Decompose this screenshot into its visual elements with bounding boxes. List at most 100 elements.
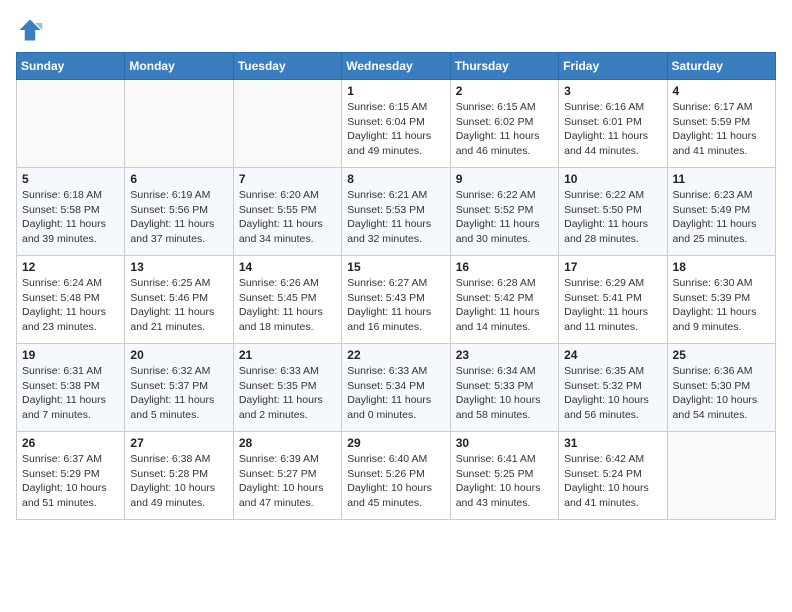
day-number: 1 xyxy=(347,84,444,98)
calendar-week-row: 19Sunrise: 6:31 AMSunset: 5:38 PMDayligh… xyxy=(17,344,776,432)
day-number: 11 xyxy=(673,172,770,186)
day-info-line: Sunrise: 6:20 AM xyxy=(239,188,336,203)
day-info-line: Daylight: 11 hours and 30 minutes. xyxy=(456,217,553,246)
weekday-header-cell: Wednesday xyxy=(342,53,450,80)
day-info-line: Daylight: 10 hours and 58 minutes. xyxy=(456,393,553,422)
day-info-line: Daylight: 11 hours and 34 minutes. xyxy=(239,217,336,246)
day-number: 28 xyxy=(239,436,336,450)
day-number: 7 xyxy=(239,172,336,186)
calendar-body: 1Sunrise: 6:15 AMSunset: 6:04 PMDaylight… xyxy=(17,80,776,520)
day-info-line: Sunset: 5:24 PM xyxy=(564,467,661,482)
day-info-line: Sunrise: 6:27 AM xyxy=(347,276,444,291)
calendar-day-cell: 7Sunrise: 6:20 AMSunset: 5:55 PMDaylight… xyxy=(233,168,341,256)
calendar-table: SundayMondayTuesdayWednesdayThursdayFrid… xyxy=(16,52,776,520)
day-info-line: Sunrise: 6:34 AM xyxy=(456,364,553,379)
weekday-header-cell: Sunday xyxy=(17,53,125,80)
day-info-line: Sunset: 5:41 PM xyxy=(564,291,661,306)
day-info-line: Sunset: 5:56 PM xyxy=(130,203,227,218)
day-info-line: Sunrise: 6:18 AM xyxy=(22,188,119,203)
weekday-header-row: SundayMondayTuesdayWednesdayThursdayFrid… xyxy=(17,53,776,80)
day-info-line: Sunrise: 6:24 AM xyxy=(22,276,119,291)
calendar-day-cell: 16Sunrise: 6:28 AMSunset: 5:42 PMDayligh… xyxy=(450,256,558,344)
day-number: 5 xyxy=(22,172,119,186)
day-info-line: Daylight: 11 hours and 41 minutes. xyxy=(673,129,770,158)
day-info-line: Daylight: 11 hours and 16 minutes. xyxy=(347,305,444,334)
day-info-line: Sunrise: 6:21 AM xyxy=(347,188,444,203)
day-number: 25 xyxy=(673,348,770,362)
day-info-line: Daylight: 11 hours and 9 minutes. xyxy=(673,305,770,334)
logo-icon xyxy=(16,16,44,44)
day-info-line: Sunrise: 6:15 AM xyxy=(456,100,553,115)
day-info-line: Daylight: 11 hours and 14 minutes. xyxy=(456,305,553,334)
day-info-line: Sunset: 5:39 PM xyxy=(673,291,770,306)
day-number: 13 xyxy=(130,260,227,274)
day-number: 22 xyxy=(347,348,444,362)
day-info-line: Sunrise: 6:19 AM xyxy=(130,188,227,203)
calendar-day-cell: 27Sunrise: 6:38 AMSunset: 5:28 PMDayligh… xyxy=(125,432,233,520)
logo xyxy=(16,16,48,44)
weekday-header-cell: Thursday xyxy=(450,53,558,80)
day-info-line: Sunset: 5:50 PM xyxy=(564,203,661,218)
day-info-line: Sunrise: 6:33 AM xyxy=(239,364,336,379)
calendar-week-row: 26Sunrise: 6:37 AMSunset: 5:29 PMDayligh… xyxy=(17,432,776,520)
day-info-line: Sunrise: 6:42 AM xyxy=(564,452,661,467)
calendar-day-cell: 9 Sunrise: 6:22 AMSunset: 5:52 PMDaylight… xyxy=(450,168,558,256)
calendar-day-cell: 22Sunrise: 6:33 AMSunset: 5:34 PMDayligh… xyxy=(342,344,450,432)
day-info-line: Daylight: 11 hours and 37 minutes. xyxy=(130,217,227,246)
day-info-line: Daylight: 11 hours and 25 minutes. xyxy=(673,217,770,246)
day-info-line: Sunrise: 6:29 AM xyxy=(564,276,661,291)
calendar-day-cell: 23Sunrise: 6:34 AMSunset: 5:33 PMDayligh… xyxy=(450,344,558,432)
day-info-line: Sunset: 5:30 PM xyxy=(673,379,770,394)
calendar-day-cell xyxy=(233,80,341,168)
day-number: 31 xyxy=(564,436,661,450)
day-info-line: Daylight: 11 hours and 44 minutes. xyxy=(564,129,661,158)
day-number: 9 xyxy=(456,172,553,186)
day-info-line: Daylight: 11 hours and 7 minutes. xyxy=(22,393,119,422)
calendar-day-cell: 17Sunrise: 6:29 AMSunset: 5:41 PMDayligh… xyxy=(559,256,667,344)
day-info-line: Sunset: 5:25 PM xyxy=(456,467,553,482)
day-info-line: Daylight: 11 hours and 39 minutes. xyxy=(22,217,119,246)
calendar-day-cell: 2 Sunrise: 6:15 AMSunset: 6:02 PMDaylight… xyxy=(450,80,558,168)
day-number: 17 xyxy=(564,260,661,274)
day-number: 20 xyxy=(130,348,227,362)
day-info-line: Sunrise: 6:22 AM xyxy=(564,188,661,203)
day-info-line: Daylight: 10 hours and 43 minutes. xyxy=(456,481,553,510)
day-number: 2 xyxy=(456,84,553,98)
day-info-line: Sunset: 5:52 PM xyxy=(456,203,553,218)
calendar-day-cell: 4Sunrise: 6:17 AMSunset: 5:59 PMDaylight… xyxy=(667,80,775,168)
day-info-line: Sunrise: 6:22 AM xyxy=(456,188,553,203)
day-info-line: Sunset: 5:49 PM xyxy=(673,203,770,218)
calendar-week-row: 5Sunrise: 6:18 AMSunset: 5:58 PMDaylight… xyxy=(17,168,776,256)
day-info-line: Sunset: 5:53 PM xyxy=(347,203,444,218)
calendar-week-row: 12Sunrise: 6:24 AMSunset: 5:48 PMDayligh… xyxy=(17,256,776,344)
calendar-day-cell xyxy=(125,80,233,168)
day-number: 24 xyxy=(564,348,661,362)
day-number: 16 xyxy=(456,260,553,274)
day-info-line: Daylight: 11 hours and 18 minutes. xyxy=(239,305,336,334)
calendar-day-cell: 29Sunrise: 6:40 AMSunset: 5:26 PMDayligh… xyxy=(342,432,450,520)
day-info-line: Sunrise: 6:39 AM xyxy=(239,452,336,467)
day-info-line: Sunset: 5:28 PM xyxy=(130,467,227,482)
day-info-line: Sunset: 5:38 PM xyxy=(22,379,119,394)
day-info-line: Sunset: 6:02 PM xyxy=(456,115,553,130)
day-info-line: Sunrise: 6:15 AM xyxy=(347,100,444,115)
day-info-line: Daylight: 11 hours and 32 minutes. xyxy=(347,217,444,246)
day-info-line: Sunset: 5:33 PM xyxy=(456,379,553,394)
page-header xyxy=(16,16,776,44)
day-info-line: Sunset: 5:34 PM xyxy=(347,379,444,394)
day-info-line: Sunset: 5:46 PM xyxy=(130,291,227,306)
day-info-line: Daylight: 11 hours and 5 minutes. xyxy=(130,393,227,422)
day-number: 18 xyxy=(673,260,770,274)
calendar-week-row: 1Sunrise: 6:15 AMSunset: 6:04 PMDaylight… xyxy=(17,80,776,168)
weekday-header-cell: Tuesday xyxy=(233,53,341,80)
calendar-day-cell: 11Sunrise: 6:23 AMSunset: 5:49 PMDayligh… xyxy=(667,168,775,256)
calendar-day-cell: 21Sunrise: 6:33 AMSunset: 5:35 PMDayligh… xyxy=(233,344,341,432)
day-info-line: Daylight: 11 hours and 0 minutes. xyxy=(347,393,444,422)
day-number: 6 xyxy=(130,172,227,186)
day-number: 30 xyxy=(456,436,553,450)
day-info-line: Sunrise: 6:28 AM xyxy=(456,276,553,291)
calendar-day-cell: 5Sunrise: 6:18 AMSunset: 5:58 PMDaylight… xyxy=(17,168,125,256)
day-info-line: Daylight: 11 hours and 46 minutes. xyxy=(456,129,553,158)
calendar-day-cell: 6 Sunrise: 6:19 AMSunset: 5:56 PMDaylight… xyxy=(125,168,233,256)
day-info-line: Sunset: 5:48 PM xyxy=(22,291,119,306)
